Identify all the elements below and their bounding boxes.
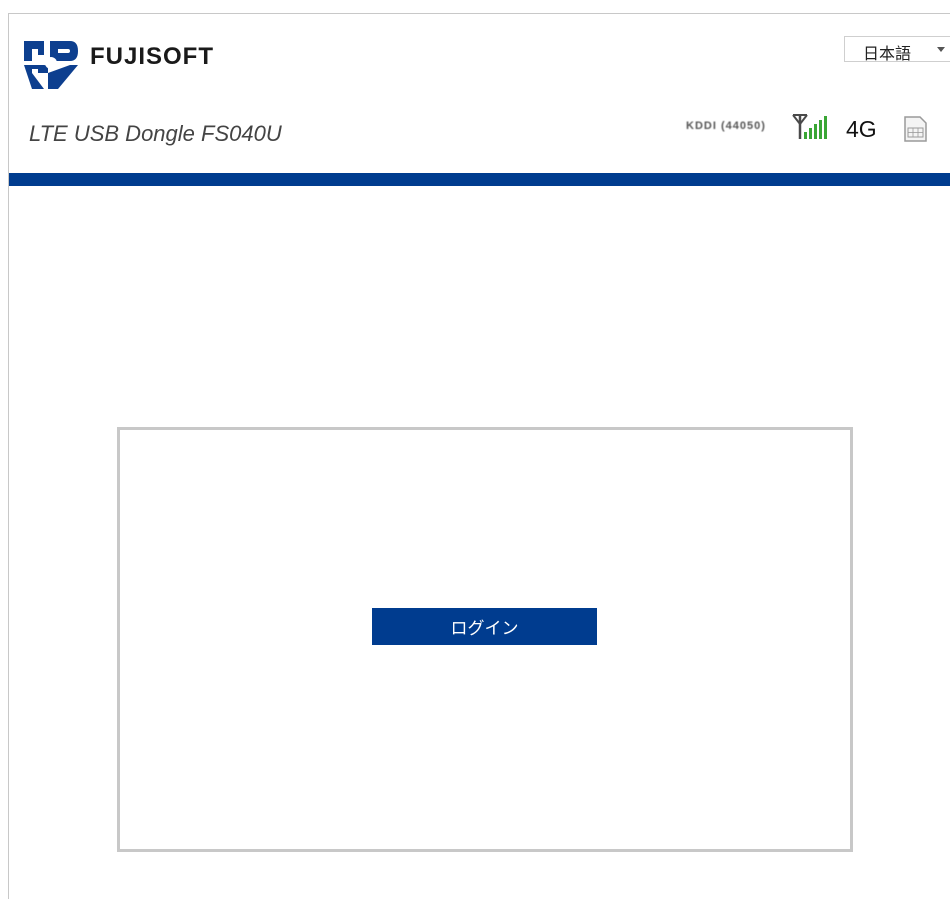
header-divider-bar: [9, 173, 950, 186]
signal-strength-icon: [792, 114, 827, 139]
sim-card-icon: [904, 116, 927, 142]
language-selected-value: 日本語: [863, 46, 912, 63]
operator-name: KDDI (44050): [686, 120, 766, 132]
network-type-label: 4G: [846, 116, 877, 142]
chevron-down-icon: [937, 47, 945, 52]
signal-bars-icon: [804, 116, 827, 139]
language-select[interactable]: 日本語: [844, 36, 950, 63]
product-title: LTE USB Dongle FS040U: [29, 121, 282, 146]
fujisoft-logo-icon: [24, 41, 78, 89]
fujisoft-logo: FUJISOFT: [18, 35, 238, 91]
brand-name: FUJISOFT: [90, 43, 215, 70]
login-button[interactable]: ログイン: [372, 608, 597, 645]
